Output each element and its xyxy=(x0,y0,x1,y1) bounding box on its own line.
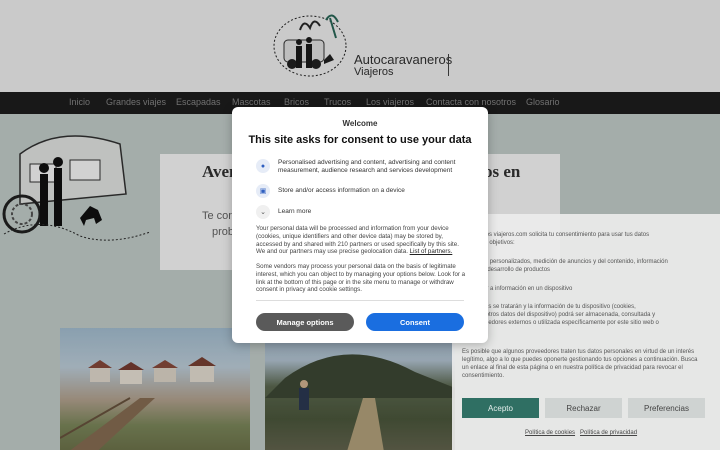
dialog-paragraph-1: Your personal data will be processed and… xyxy=(256,225,468,256)
device-icon: ▣ xyxy=(256,184,270,198)
manage-options-button[interactable]: Manage options xyxy=(256,313,354,331)
learn-more-toggle[interactable]: Learn more xyxy=(278,208,311,216)
cookie-policy-link[interactable]: Política de cookies xyxy=(525,430,575,436)
purpose-personalised-ads: Personalised advertising and content, ad… xyxy=(278,159,456,174)
list-of-partners-link[interactable]: List of partners. xyxy=(410,248,453,255)
accept-button[interactable]: Acepto xyxy=(462,398,539,418)
cookie-text-line: Es posible que algunos proveedores trate… xyxy=(462,349,695,355)
cookie-text-line: un enlace al final de esta página o en n… xyxy=(462,365,683,371)
cookie-text-line: únicos y otros datos del dispositivo) po… xyxy=(462,312,656,318)
cookie-text-line: legítimo, algo a lo que puedes oponerte … xyxy=(462,357,698,363)
chevron-down-icon[interactable]: ⌄ xyxy=(256,205,270,219)
cookie-text-line: consentimiento. xyxy=(462,373,505,379)
cookie-text-line: con proveedores externos o utilizada esp… xyxy=(462,320,659,326)
cookie-text-line: aravaneros viajeros.com solicita tu cons… xyxy=(462,232,650,238)
cookie-text-line: contenido personalizados, medición de an… xyxy=(462,259,668,265)
purpose-store-access: Store and/or access information on a dev… xyxy=(278,187,405,194)
dialog-welcome: Welcome xyxy=(342,119,378,128)
dialog-paragraph-2: Some vendors may process your personal d… xyxy=(256,263,466,294)
reject-button[interactable]: Rechazar xyxy=(545,398,622,418)
cookie-consent-panel: aravaneros viajeros.com solicita tu cons… xyxy=(452,214,720,450)
dialog-separator xyxy=(256,300,464,301)
consent-dialog: Welcome This site asks for consent to us… xyxy=(232,107,488,343)
privacy-policy-link[interactable]: Política de privacidad xyxy=(580,430,637,436)
dialog-title: This site asks for consent to use your d… xyxy=(248,134,472,146)
cookie-text-line: personales se tratarán y la información … xyxy=(462,304,636,310)
consent-button[interactable]: Consent xyxy=(366,313,464,331)
preferences-button[interactable]: Preferencias xyxy=(628,398,705,418)
person-icon: ● xyxy=(256,159,270,173)
